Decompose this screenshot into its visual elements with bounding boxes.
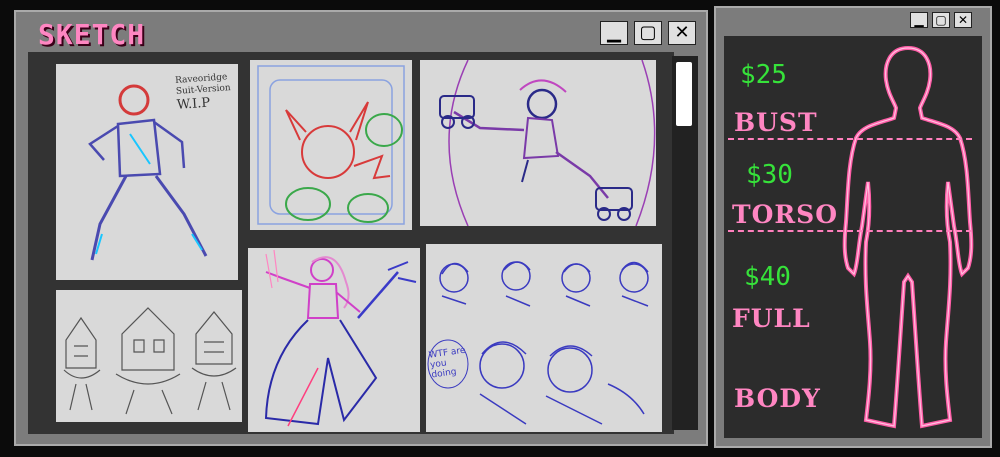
creature-drawing xyxy=(257,65,405,225)
price-panel: $25 BUST $30 TORSO $40 FULL BODY xyxy=(724,36,982,438)
minimize-button[interactable]: ▁ xyxy=(910,12,928,28)
sketch-window: SKETCH ▁ ▢ ✕ Raveoridge Suit-Version W.I… xyxy=(14,10,708,446)
price-window: ▁ ▢ ✕ $25 BUST $30 TORSO $40 FULL BODY xyxy=(714,6,992,448)
vertical-scrollbar[interactable] xyxy=(672,56,698,430)
price-bust: $25 xyxy=(740,60,787,90)
expressions-sketch[interactable]: WTF are you doing xyxy=(426,244,662,432)
torso-divider xyxy=(728,230,972,232)
body-silhouette-icon xyxy=(842,45,974,429)
bust-divider xyxy=(728,138,972,140)
maximize-button[interactable]: ▢ xyxy=(634,21,662,45)
electric-creature-sketch[interactable] xyxy=(250,60,412,230)
close-button[interactable]: ✕ xyxy=(668,21,696,45)
skater-drawing xyxy=(439,60,656,226)
speech-bubble-text: WTF are you doing xyxy=(428,345,467,381)
armored-figure-sketch[interactable]: Raveoridge Suit-Version W.I.P xyxy=(56,64,238,280)
sketch-titlebar[interactable]: SKETCH ▁ ▢ ✕ xyxy=(16,12,706,52)
roller-skater-sketch[interactable] xyxy=(420,60,656,226)
price-torso: $30 xyxy=(746,160,793,190)
expressions-drawing xyxy=(427,261,649,425)
tier-label-torso: TORSO xyxy=(732,200,838,229)
scrollbar-thumb[interactable] xyxy=(676,62,692,126)
floating-houses-sketch[interactable] xyxy=(56,290,242,422)
tier-label-bust: BUST xyxy=(734,108,818,137)
sketch-gallery: Raveoridge Suit-Version W.I.P WTF are yo… xyxy=(28,52,674,434)
magical-girl-drawing xyxy=(264,249,417,427)
price-full: $40 xyxy=(744,262,791,292)
maximize-button[interactable]: ▢ xyxy=(932,12,950,28)
window-title: SKETCH xyxy=(38,18,146,51)
magical-girl-sketch[interactable] xyxy=(248,248,420,432)
houses-drawing xyxy=(63,307,237,415)
minimize-button[interactable]: ▁ xyxy=(600,21,628,45)
tier-label-full: FULL xyxy=(732,304,811,333)
close-button[interactable]: ✕ xyxy=(954,12,972,28)
tier-label-body: BODY xyxy=(734,384,821,413)
